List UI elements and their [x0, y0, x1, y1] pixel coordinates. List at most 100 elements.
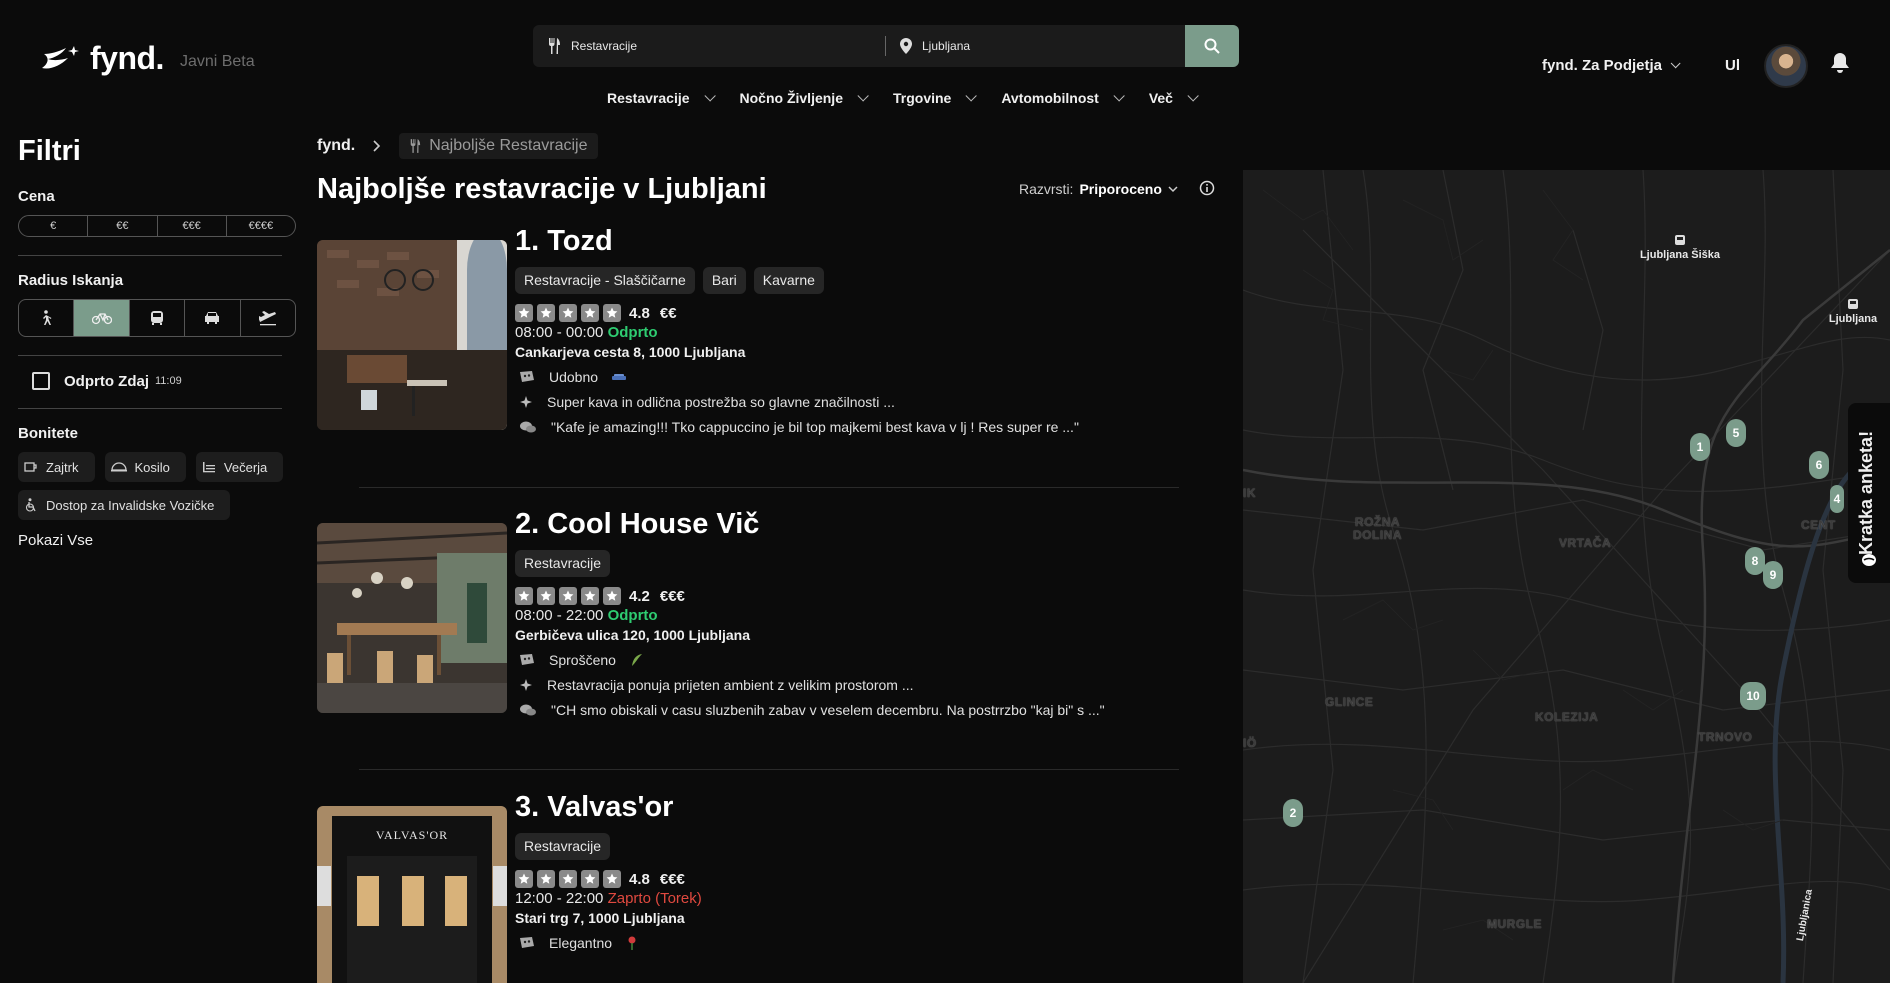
result-thumbnail[interactable]: VALVAS'OR: [317, 806, 507, 983]
amenity-vecerja[interactable]: Večerja: [195, 452, 284, 482]
plane-icon: [258, 311, 276, 326]
map-pin[interactable]: 9: [1763, 561, 1783, 589]
info-icon: [1199, 180, 1215, 196]
radius-selector: [18, 299, 296, 337]
category-nav: Restavracije Nočno Življenje Trgovine Av…: [607, 90, 1223, 106]
result-address[interactable]: Gerbičeva ulica 120, 1000 Ljubljana: [515, 627, 1215, 643]
herb-icon: [631, 654, 642, 666]
price-option[interactable]: €€: [88, 216, 158, 236]
map-pin[interactable]: 10: [1740, 682, 1766, 710]
district-label: KOLEZIJA: [1535, 710, 1599, 724]
amenity-zajtrk[interactable]: Zajtrk: [18, 452, 95, 482]
notifications-button[interactable]: [1830, 52, 1850, 79]
price-option[interactable]: €€€: [158, 216, 227, 236]
radius-car[interactable]: [185, 300, 241, 336]
nav-item-nocno-zivljenje[interactable]: Nočno Življenje: [740, 90, 869, 106]
sort-dropdown[interactable]: Razvrsti: Priporoceno: [1019, 181, 1178, 197]
map-pin[interactable]: 5: [1726, 419, 1746, 447]
price-option[interactable]: €: [19, 216, 89, 236]
search-location-input[interactable]: [922, 39, 1162, 53]
result-tags: Restavracije: [515, 550, 1215, 577]
search-location-field[interactable]: [886, 25, 1185, 67]
district-label: IK: [1243, 486, 1256, 500]
vibe-line: Udobno: [519, 369, 1215, 385]
result-tag[interactable]: Bari: [702, 267, 746, 294]
vibe-label: Sproščeno: [549, 652, 616, 668]
price-option[interactable]: €€€€: [227, 216, 295, 236]
open-now-toggle[interactable]: Odprto Zdaj 11:09: [32, 372, 296, 390]
location-pin-icon: [900, 38, 912, 54]
nav-item-avtomobilnost[interactable]: Avtomobilnost: [1001, 90, 1125, 106]
result-tag[interactable]: Kavarne: [753, 267, 824, 294]
result-name[interactable]: 2. Cool House Vič: [515, 508, 1215, 544]
map-pin[interactable]: 6: [1809, 451, 1829, 479]
open-status: Odprto: [607, 607, 658, 624]
search-query-input[interactable]: [571, 39, 811, 53]
divider: [18, 355, 282, 356]
open-now-checkbox[interactable]: [32, 372, 50, 390]
radius-bike[interactable]: [74, 300, 130, 336]
map-view[interactable]: ROŽNA DOLINA VRTAČA GLINCE KOLEZIJA TRNOV…: [1243, 170, 1890, 983]
search-button[interactable]: [1185, 25, 1239, 67]
map-pin[interactable]: 1: [1690, 433, 1710, 461]
map-pin[interactable]: 8: [1745, 547, 1765, 575]
result-tag[interactable]: Restavracije - Slaščičarne: [515, 267, 695, 294]
star-icon: [559, 304, 577, 322]
radius-bus[interactable]: [130, 300, 186, 336]
survey-tab[interactable]: Kratka anketa!: [1848, 403, 1890, 583]
district-label: TRNOVO: [1698, 730, 1753, 744]
search-bar: [533, 25, 1239, 67]
result-body: 2. Cool House Vič Restavracije 4.2 €€€ 0…: [515, 508, 1215, 718]
result-thumbnail[interactable]: [317, 240, 507, 430]
bike-icon: [91, 313, 112, 325]
wheelchair-icon: [25, 498, 36, 512]
result-tag[interactable]: Restavracije: [515, 550, 611, 577]
business-menu[interactable]: fynd. Za Podjetja: [1542, 57, 1681, 74]
vibe-line: Elegantno: [519, 935, 1215, 951]
breadcrumb-home[interactable]: fynd.: [317, 137, 355, 155]
map-place-sishka[interactable]: Ljubljana Šiška: [1635, 234, 1725, 261]
star-icon: [515, 304, 533, 322]
language-switch[interactable]: Ul: [1725, 57, 1740, 74]
page-title: Najboljše restavracije v Ljubljani: [317, 173, 767, 205]
car-icon: [205, 312, 220, 324]
search-query-field[interactable]: [533, 25, 885, 67]
nav-item-restavracije[interactable]: Restavracije: [607, 90, 716, 106]
divider: [18, 255, 282, 256]
nav-label: Avtomobilnost: [1001, 90, 1099, 106]
nav-item-trgovine[interactable]: Trgovine: [893, 90, 978, 106]
nav-item-vec[interactable]: Več: [1149, 90, 1199, 106]
bell-icon: [1831, 53, 1849, 73]
result-address[interactable]: Cankarjeva cesta 8, 1000 Ljubljana: [515, 344, 1215, 360]
result-tag[interactable]: Restavracije: [515, 833, 611, 860]
result-body: 3. Valvas'or Restavracije 4.8 €€€ 12:00 …: [515, 791, 1215, 951]
hours-range: 08:00 - 00:00: [515, 324, 604, 341]
radius-walk[interactable]: [19, 300, 75, 336]
divider: [18, 408, 282, 409]
result-name[interactable]: 3. Valvas'or: [515, 791, 1215, 827]
avatar[interactable]: [1764, 44, 1808, 88]
result-rating: 4.8 €€€: [515, 870, 1215, 888]
star-icon: [515, 870, 533, 888]
map-pin[interactable]: 4: [1830, 485, 1844, 513]
amenity-wheelchair[interactable]: Dostop za Invalidske Vozičke: [18, 490, 231, 520]
map-pin[interactable]: 2: [1283, 799, 1303, 827]
result-body: 1. Tozd Restavracije - Slaščičarne Bari …: [515, 225, 1215, 435]
amenity-kosilo[interactable]: Kosilo: [104, 452, 186, 482]
map-place-ljubljana[interactable]: Ljubljana: [1823, 298, 1883, 325]
radius-plane[interactable]: [241, 300, 295, 336]
show-all-link[interactable]: Pokazi Vse: [18, 532, 296, 549]
result-name[interactable]: 1. Tozd: [515, 225, 1215, 261]
radius-title: Radius Iskanja: [18, 272, 124, 289]
star-icon: [559, 587, 577, 605]
star-icon: [603, 870, 621, 888]
vibe-label: Elegantno: [549, 935, 613, 951]
nav-label: Restavracije: [607, 90, 690, 106]
chevron-down-icon: [1113, 90, 1125, 102]
opening-hours: 08:00 - 22:00 Odprto: [515, 607, 1215, 624]
sofa-icon: [612, 374, 627, 380]
logo[interactable]: fynd. Javni Beta: [40, 40, 255, 77]
result-thumbnail[interactable]: [317, 523, 507, 713]
info-button[interactable]: [1199, 180, 1215, 201]
result-address[interactable]: Stari trg 7, 1000 Ljubljana: [515, 910, 1215, 926]
